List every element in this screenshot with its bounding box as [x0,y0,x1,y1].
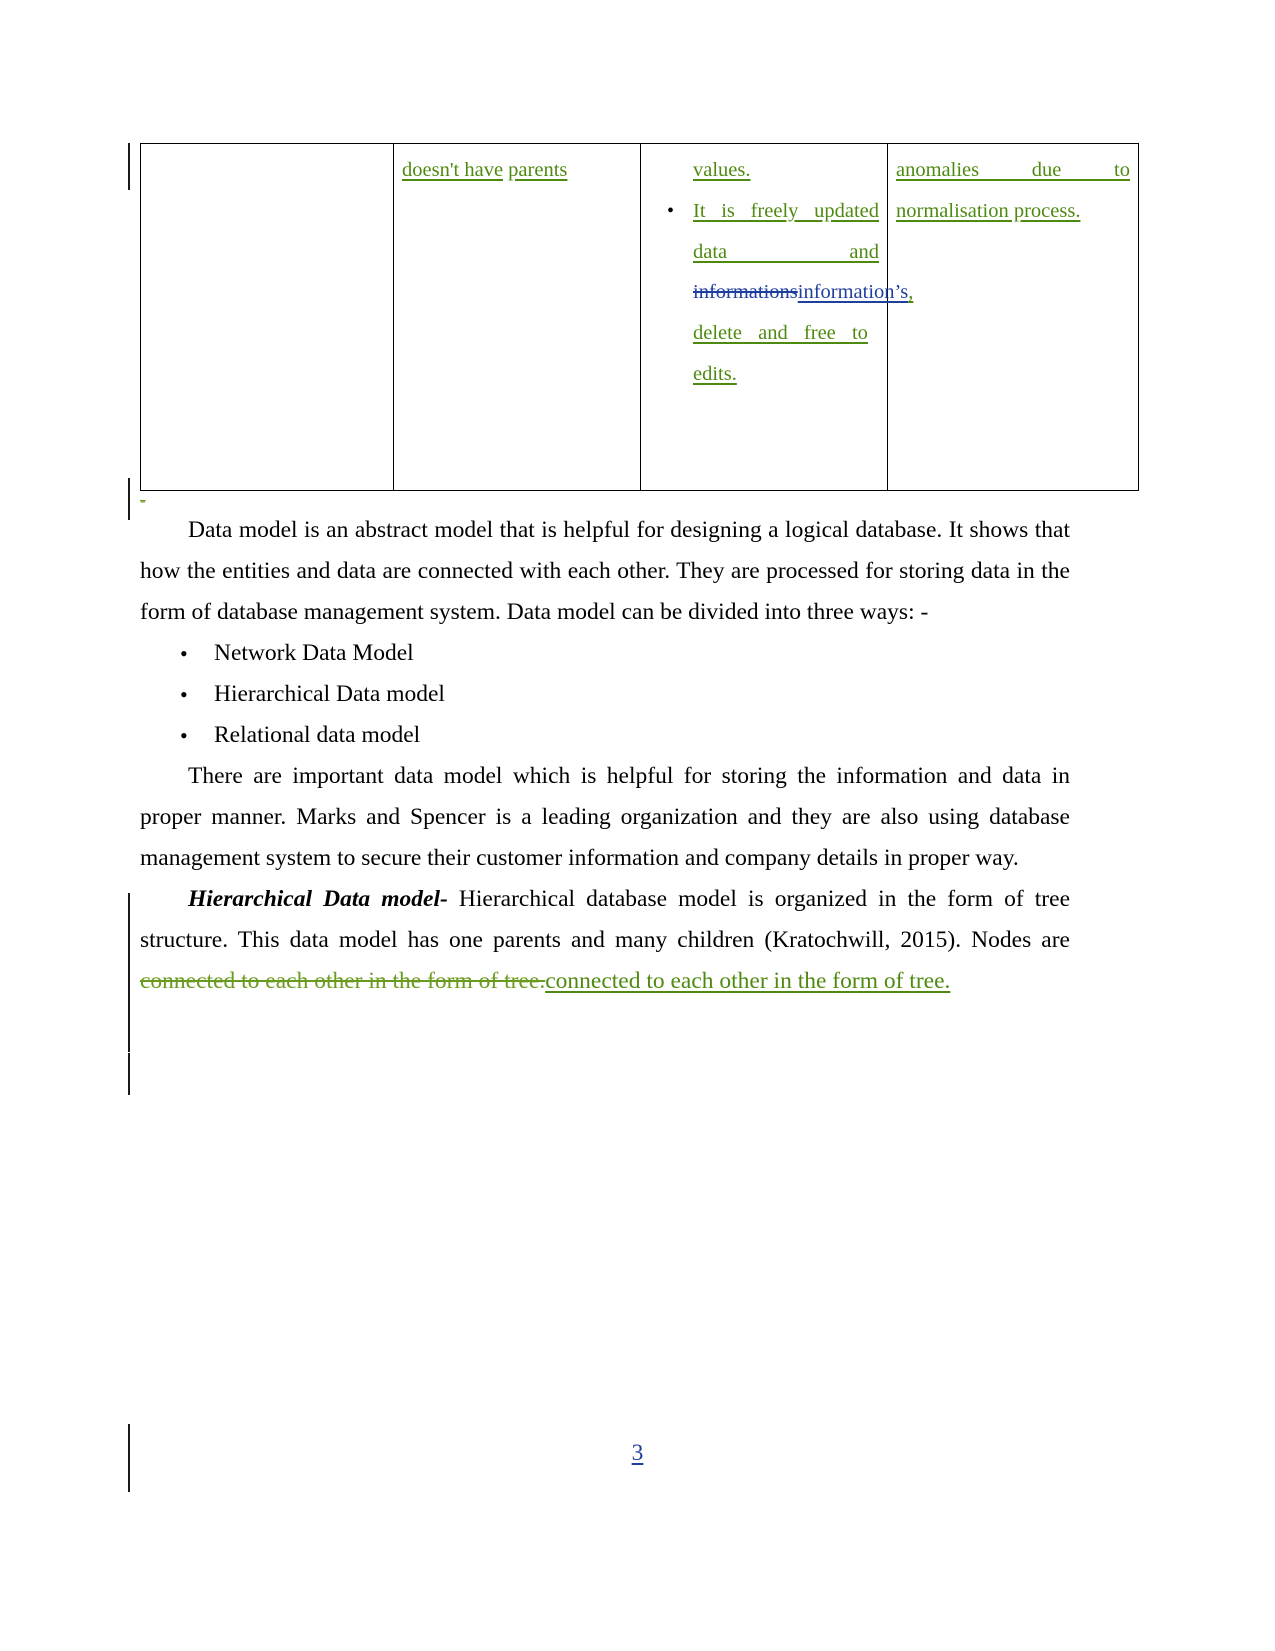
col3-item1-text-a: It is freely updated data and [693,199,879,263]
document-page: doesn't have parents values. It is freel… [0,0,1275,1651]
comparison-table: doesn't have parents values. It is freel… [140,143,1139,491]
table-cell-col4: anomalies due to normalisation process. [887,143,1139,491]
paragraph-important-data-model: There are important data model which is … [140,763,1070,871]
change-bar-blank-1 [128,1010,130,1052]
col3-list-item-continuation: values. [649,150,879,191]
list-item: Relational data model [140,715,1070,756]
col2-inserted-text-line1: doesn't have [402,159,504,181]
hierarchical-deleted-sentence: connected to each other in the form of t… [140,968,546,994]
table-cell-col1 [140,143,394,491]
table-cell-col2-text: doesn't have parents [402,150,632,191]
paragraph-hierarchical-data-model: Hierarchical Data model- Hierarchical da… [140,879,1070,1002]
list-item: Hierarchical Data model [140,674,1070,715]
table-cell-col2: doesn't have parents [393,143,641,491]
list-item: Network Data Model [140,633,1070,674]
paragraph-data-model: Data model is an abstract model that is … [140,517,1070,625]
stray-deleted-mark: - [140,491,146,510]
col3-list-item-bulleted: It is freely updated data and informatio… [649,191,913,395]
change-bar-paragraph [128,893,130,1015]
document-body: - Data model is an abstract model that i… [140,492,1070,1002]
col3-item1-inserted-word: information’s [797,281,909,304]
hierarchical-inserted-sentence: connected to each other in the form of t… [545,968,951,994]
col2-inserted-text-line2: parents [508,159,568,181]
col3-item1-text-c: delete and free to edits. [693,322,868,385]
change-bar-table-bottom [128,478,130,520]
data-model-bullet-list: Network Data Model Hierarchical Data mod… [140,633,1070,756]
table-cell-col4-text: anomalies due to normalisation process. [896,150,1130,232]
page-footer: 3 [0,1440,1275,1467]
change-bar-blank-2 [128,1053,130,1095]
change-bar-table-top [128,143,130,190]
page-number: 3 [631,1440,644,1466]
comparison-table-wrapper: doesn't have parents values. It is freel… [140,143,1139,491]
col3-item1-deleted-word: informations [693,281,798,304]
table-row: doesn't have parents values. It is freel… [140,143,1139,491]
hierarchical-heading-lead: Hierarchical Data model- [188,886,448,912]
col3-list: values. It is freely updated data and in… [649,150,913,395]
col3-item1-text-b: , [908,281,914,304]
col4-inserted-text: anomalies due to normalisation process. [896,159,1130,222]
table-cell-col3: values. It is freely updated data and in… [640,143,913,491]
col3-item0-text: values. [693,159,751,181]
